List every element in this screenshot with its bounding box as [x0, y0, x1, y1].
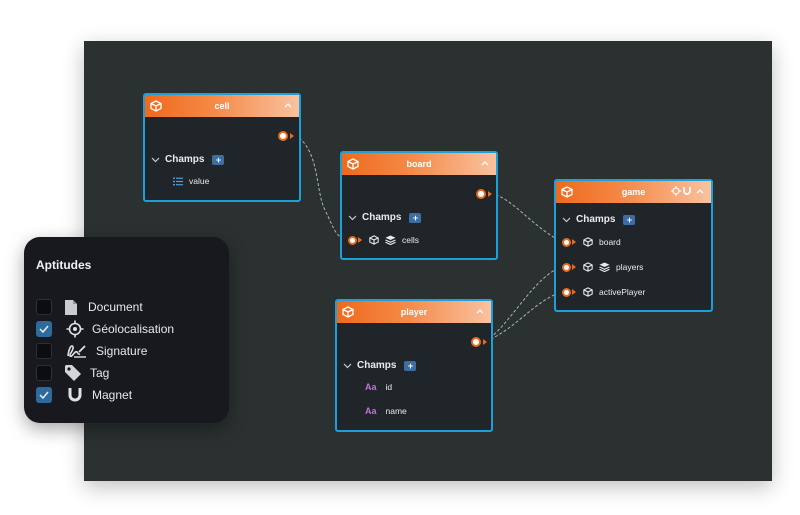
magnet-icon [683, 187, 691, 195]
list-icon [173, 177, 183, 185]
check-icon [39, 391, 49, 399]
cube-icon [583, 237, 593, 247]
champs-label: Champs [362, 212, 402, 223]
cube-icon [561, 186, 573, 198]
field-name: value [189, 176, 210, 186]
add-field-button[interactable]: + [623, 214, 636, 225]
champs-section[interactable]: Champs + [343, 360, 417, 371]
crosshair-icon [66, 320, 84, 338]
add-field-button[interactable]: + [404, 360, 417, 371]
field-id[interactable]: Aa id [365, 382, 392, 392]
aptitude-label: Tag [90, 366, 110, 380]
aptitude-signature[interactable]: Signature [36, 342, 147, 360]
input-port[interactable] [562, 287, 571, 297]
stack-icon [599, 262, 610, 272]
text-type-icon: Aa [365, 406, 377, 416]
aptitude-document[interactable]: Document [36, 298, 143, 316]
add-field-button[interactable]: + [212, 154, 225, 165]
champs-label: Champs [576, 214, 616, 225]
node-cell[interactable]: cell Champs + value [143, 93, 301, 202]
field-board[interactable]: board [562, 237, 621, 247]
field-name: id [385, 382, 393, 392]
output-arrow [488, 191, 492, 197]
node-title: board [406, 159, 432, 169]
node-player[interactable]: player Champs + Aa id Aa name [335, 299, 493, 432]
node-header[interactable]: player [337, 301, 491, 323]
panel-title: Aptitudes [36, 258, 92, 272]
aptitude-magnet[interactable]: Magnet [36, 386, 132, 404]
cube-icon [583, 287, 593, 297]
crosshair-icon [671, 186, 681, 196]
node-header[interactable]: game [556, 181, 711, 203]
chevron-up-icon[interactable] [695, 186, 705, 196]
add-field-button[interactable]: + [409, 212, 422, 223]
cube-icon [347, 158, 359, 170]
chevron-up-icon[interactable] [283, 100, 293, 110]
checkbox-document[interactable] [36, 299, 52, 315]
check-icon [39, 325, 49, 333]
magnet-icon [66, 386, 84, 404]
output-port[interactable] [471, 337, 481, 347]
output-port[interactable] [278, 131, 288, 141]
cube-icon [369, 235, 379, 245]
output-arrow [483, 339, 487, 345]
document-icon [62, 298, 80, 316]
chevron-down-icon[interactable] [562, 215, 571, 224]
output-arrow [290, 133, 294, 139]
field-name: players [616, 262, 644, 272]
aptitudes-panel: Aptitudes Document Géolocalisation Signa… [24, 237, 229, 423]
champs-label: Champs [357, 360, 397, 371]
node-title: cell [214, 101, 230, 111]
aptitude-tag[interactable]: Tag [36, 364, 109, 382]
checkbox-magnet[interactable] [36, 387, 52, 403]
node-title: player [400, 307, 428, 317]
stack-icon [385, 235, 396, 245]
chevron-down-icon[interactable] [151, 155, 160, 164]
input-port[interactable] [562, 262, 571, 272]
chevron-up-icon[interactable] [480, 158, 490, 168]
champs-section[interactable]: Champs + [151, 154, 225, 165]
checkbox-signature[interactable] [36, 343, 52, 359]
node-board[interactable]: board Champs + cells [340, 151, 498, 260]
checkbox-geolocalisation[interactable] [36, 321, 52, 337]
node-game[interactable]: game Champs + board players activePlayer [554, 179, 713, 312]
aptitude-label: Magnet [92, 388, 133, 402]
tag-icon [64, 364, 82, 382]
input-port[interactable] [562, 237, 571, 247]
field-players[interactable]: players [562, 262, 643, 272]
champs-section[interactable]: Champs + [562, 214, 636, 225]
cube-icon [583, 262, 593, 272]
aptitude-label: Signature [96, 344, 148, 358]
chevron-up-icon[interactable] [475, 306, 485, 316]
field-cells[interactable]: cells [348, 235, 419, 245]
input-arrow [358, 237, 362, 243]
field-name: activePlayer [599, 287, 646, 297]
input-arrow [572, 289, 576, 295]
aptitude-geolocalisation[interactable]: Géolocalisation [36, 320, 174, 338]
cube-icon [342, 306, 354, 318]
input-arrow [572, 264, 576, 270]
input-port[interactable] [348, 235, 357, 245]
node-header[interactable]: board [342, 153, 496, 175]
field-name-row[interactable]: Aa name [365, 406, 407, 416]
app-root: cell Champs + value board Champs + cells… [0, 0, 800, 515]
checkbox-tag[interactable] [36, 365, 52, 381]
input-arrow [572, 239, 576, 245]
field-name: name [385, 406, 407, 416]
champs-section[interactable]: Champs + [348, 212, 422, 223]
aptitude-label: Document [88, 300, 143, 314]
field-name: cells [402, 235, 420, 245]
champs-label: Champs [165, 154, 205, 165]
cube-icon [150, 100, 162, 112]
field-activeplayer[interactable]: activePlayer [562, 287, 645, 297]
signature-icon [66, 342, 88, 360]
chevron-down-icon[interactable] [348, 213, 357, 222]
output-port[interactable] [476, 189, 486, 199]
node-header[interactable]: cell [145, 95, 299, 117]
text-type-icon: Aa [365, 382, 377, 392]
field-value[interactable]: value [173, 176, 209, 186]
aptitude-label: Géolocalisation [92, 322, 175, 336]
field-name: board [599, 237, 621, 247]
chevron-down-icon[interactable] [343, 361, 352, 370]
